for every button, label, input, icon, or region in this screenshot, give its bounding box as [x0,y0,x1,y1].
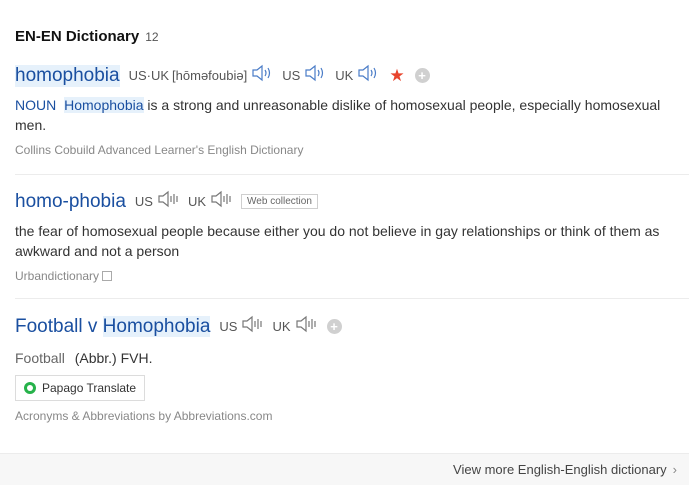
external-link-icon[interactable] [102,271,113,281]
star-icon[interactable]: ★ [389,66,404,86]
phonetic: [hōməfoubiə] [172,68,248,83]
source-label[interactable]: Urbandictionary [15,269,99,283]
entry-football-v-homophobia: Football v Homophobia US UK + Football (… [15,315,689,430]
source: Urbandictionary [15,269,689,283]
source: Collins Cobuild Advanced Learner's Engli… [15,143,689,157]
source-label[interactable]: Acronyms & Abbreviations by Abbreviation… [15,409,272,423]
definition-highlight: Homophobia [64,97,144,113]
entry-word[interactable]: homophobia [15,64,120,87]
pron-label: US·UK [128,68,170,83]
source: Acronyms & Abbreviations by Abbreviation… [15,409,689,423]
entry-homo-phobia: homo-phobia US UK Web collection the fea… [15,190,689,299]
entry-homophobia: homophobia US·UK [hōməfoubiə] US UK ★ + … [15,64,689,175]
entry-word-highlight: Homophobia [102,315,211,337]
uk-label: UK [272,319,291,334]
dictionary-title: EN-EN Dictionary [15,28,140,45]
papago-icon [24,382,36,394]
part-of-speech: NOUN [15,97,57,113]
definition: the fear of homosexual people because ei… [15,223,660,259]
entry-word[interactable]: homo-phobia [15,191,126,213]
speaker-icon[interactable] [295,315,317,338]
dictionary-header: EN-EN Dictionary 12 [15,28,159,45]
speaker-icon[interactable] [251,64,273,87]
uk-label: UK [187,194,207,209]
view-more-label: View more English-English dictionary [453,462,667,477]
papago-translate-button[interactable]: Papago Translate [15,375,146,401]
entry-word[interactable]: Football v Homophobia [15,315,211,338]
plus-icon[interactable]: + [326,319,342,334]
plus-icon[interactable]: + [414,68,430,83]
abbr-word: Football [15,350,65,366]
view-more-link[interactable]: View more English-English dictionary › [453,462,677,477]
us-label: US [282,68,301,83]
uk-label: UK [335,68,354,83]
speaker-icon[interactable] [210,190,232,213]
chevron-right-icon: › [672,462,677,477]
speaker-icon[interactable] [241,315,263,338]
speaker-icon[interactable] [357,64,379,87]
result-count: 12 [145,30,159,44]
speaker-icon[interactable] [304,64,326,87]
source-label[interactable]: Collins Cobuild Advanced Learner's Engli… [15,143,303,157]
abbr-value: (Abbr.) FVH. [74,350,153,366]
entry-word-part: Football v [15,315,103,337]
us-label: US [134,194,153,209]
speaker-icon[interactable] [157,190,179,213]
abbreviation: Football (Abbr.) FVH. [15,350,689,366]
us-label: US [219,319,238,334]
papago-label: Papago Translate [42,381,137,395]
footer: View more English-English dictionary › [0,453,689,485]
definition: NOUN Homophobia is a strong and unreason… [15,95,670,135]
web-collection-badge: Web collection [241,194,318,209]
